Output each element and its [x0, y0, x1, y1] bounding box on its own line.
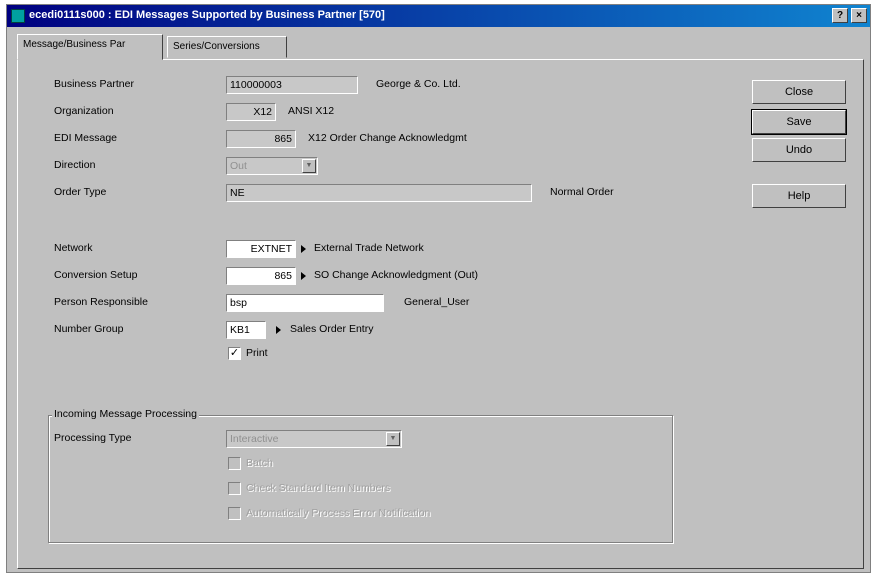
processing-type-dropdown[interactable]: Interactive ▼	[226, 430, 402, 448]
help-title-button[interactable]: ?	[832, 8, 848, 23]
number-group-description: Sales Order Entry	[290, 323, 374, 335]
chevron-down-icon[interactable]: ▼	[386, 432, 400, 446]
help-button[interactable]: Help	[752, 184, 846, 208]
conversion-setup-description: SO Change Acknowledgment (Out)	[314, 269, 479, 281]
batch-checkbox[interactable]	[228, 457, 241, 470]
order-type-description: Normal Order	[550, 186, 614, 198]
zoom-arrow-icon[interactable]	[276, 326, 281, 334]
processing-type-value: Interactive	[230, 433, 279, 445]
business-partner-label: Business Partner	[54, 78, 134, 90]
edi-message-label: EDI Message	[54, 132, 118, 144]
edi-message-description: X12 Order Change Acknowledgmt	[308, 132, 467, 144]
print-label: Print	[246, 347, 268, 359]
save-button[interactable]: Save	[751, 109, 847, 135]
direction-dropdown[interactable]: Out ▼	[226, 157, 318, 175]
check-standard-item-checkbox[interactable]	[228, 482, 241, 495]
incoming-group-title: Incoming Message Processing	[52, 408, 199, 420]
processing-type-label: Processing Type	[54, 432, 132, 444]
conversion-setup-field[interactable]: 865	[226, 267, 296, 285]
edi-message-field[interactable]: 865	[226, 130, 296, 148]
tab-series-conversions[interactable]: Series/Conversions	[167, 36, 287, 58]
zoom-arrow-icon[interactable]	[301, 245, 306, 253]
print-checkbox[interactable]: ✓	[228, 347, 241, 360]
organization-description: ANSI X12	[288, 105, 335, 117]
close-button[interactable]: Close	[752, 80, 846, 104]
close-title-button[interactable]: ×	[851, 8, 867, 23]
tab-panel: Business Partner 110000003 George & Co. …	[17, 59, 864, 569]
direction-value: Out	[230, 160, 247, 172]
person-responsible-label: Person Responsible	[54, 296, 148, 308]
organization-label: Organization	[54, 105, 114, 117]
direction-label: Direction	[54, 159, 96, 171]
auto-process-error-checkbox[interactable]	[228, 507, 241, 520]
network-description: External Trade Network	[314, 242, 424, 254]
network-label: Network	[54, 242, 93, 254]
tab-message-business-partner[interactable]: Message/Business Par	[17, 34, 163, 60]
conversion-setup-label: Conversion Setup	[54, 269, 138, 281]
app-icon	[11, 9, 25, 23]
batch-label: Batch	[246, 457, 273, 469]
window-title: ecedi0111s000 : EDI Messages Supported b…	[29, 9, 385, 21]
order-type-field[interactable]: NE	[226, 184, 532, 202]
person-responsible-field[interactable]: bsp	[226, 294, 384, 312]
undo-button[interactable]: Undo	[752, 138, 846, 162]
organization-field[interactable]: X12	[226, 103, 276, 121]
edi-messages-window: ecedi0111s000 : EDI Messages Supported b…	[6, 4, 871, 573]
zoom-arrow-icon[interactable]	[301, 272, 306, 280]
title-bar[interactable]: ecedi0111s000 : EDI Messages Supported b…	[7, 5, 870, 27]
order-type-label: Order Type	[54, 186, 107, 198]
business-partner-description: George & Co. Ltd.	[376, 78, 461, 90]
check-standard-item-label: Check Standard Item Numbers	[246, 482, 391, 494]
number-group-field[interactable]: KB1	[226, 321, 266, 339]
chevron-down-icon[interactable]: ▼	[302, 159, 316, 173]
network-field[interactable]: EXTNET	[226, 240, 296, 258]
number-group-label: Number Group	[54, 323, 124, 335]
person-responsible-description: General_User	[404, 296, 470, 308]
business-partner-field[interactable]: 110000003	[226, 76, 358, 94]
auto-process-error-label: Automatically Process Error Notification	[246, 507, 431, 519]
